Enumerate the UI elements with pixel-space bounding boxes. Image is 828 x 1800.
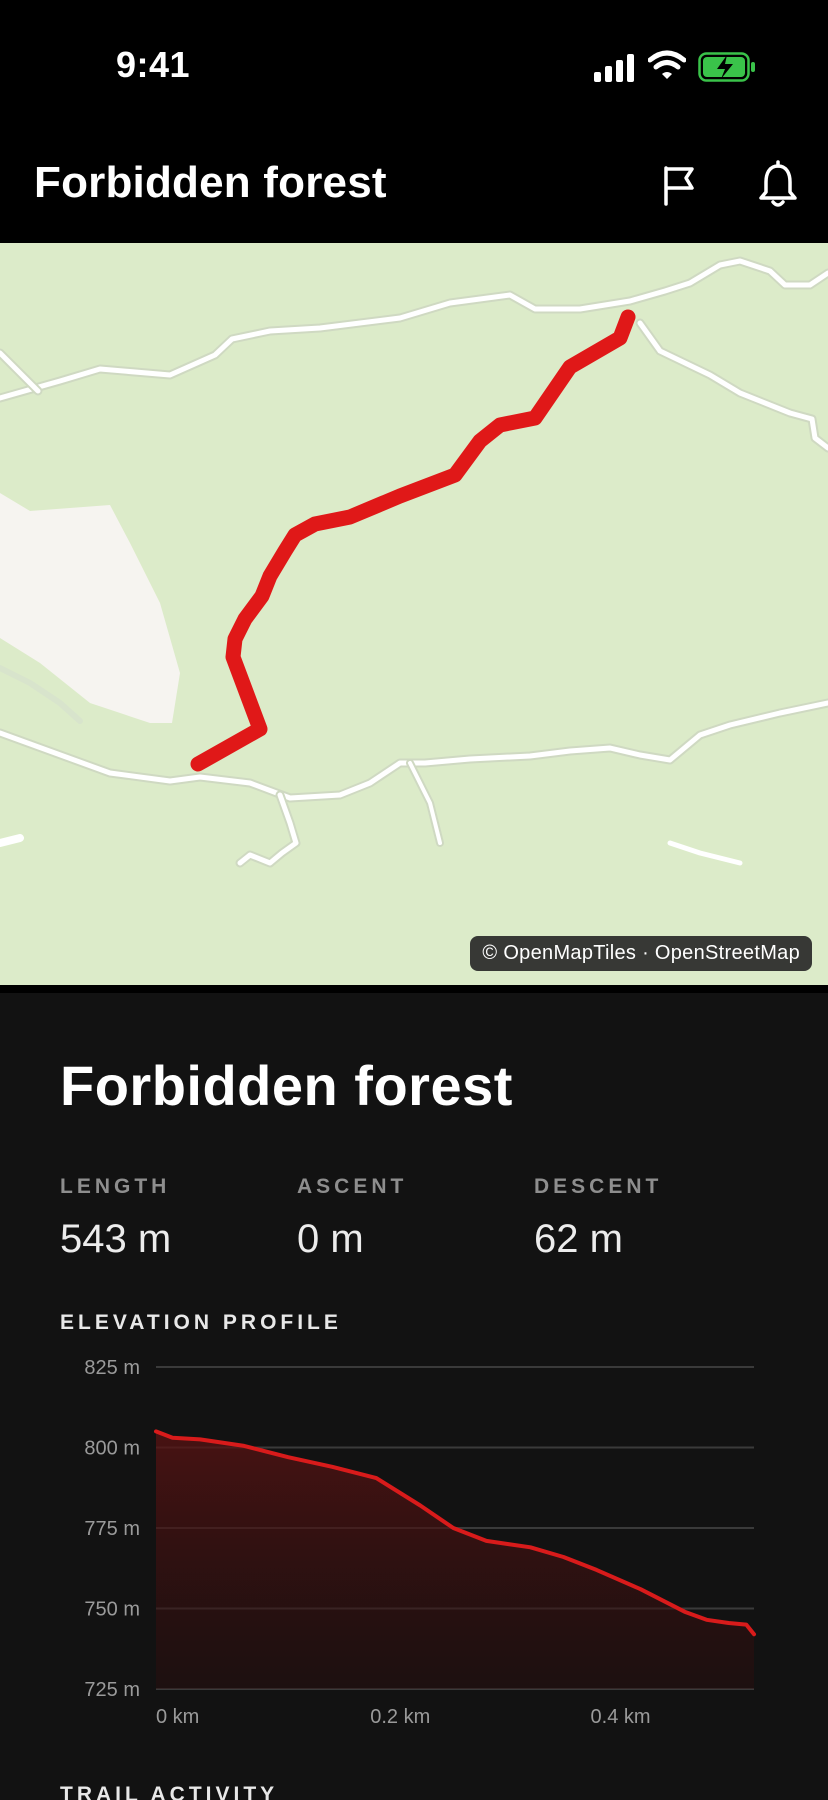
elevation-profile-heading: ELEVATION PROFILE [60,1311,342,1334]
stat-label: DESCENT [534,1175,663,1198]
notifications-button[interactable] [754,160,802,210]
map-attribution[interactable]: © OpenMapTiles · OpenStreetMap [470,936,812,971]
stat-length: LENGTH 543 m [60,1175,171,1262]
x-tick-label: 0.2 km [370,1706,430,1728]
battery-charging-icon [698,52,755,82]
elevation-area [156,1431,754,1689]
elevation-chart[interactable]: 825 m 800 m 775 m 750 m 725 m 0 km 0.2 km 0.4 k… [0,1353,828,1773]
flag-icon [664,166,694,206]
app-header: Forbidden forest [0,130,828,242]
status-bar: 9:41 [0,0,828,130]
status-time: 9:41 [116,44,191,85]
y-tick-label: 775 m [84,1518,140,1540]
y-tick-label: 725 m [84,1679,140,1701]
trail-details-sheet: Forbidden forest LENGTH 543 m ASCENT 0 m… [0,993,828,1800]
stat-ascent: ASCENT 0 m [297,1175,407,1262]
trail-map[interactable]: © OpenMapTiles · OpenStreetMap [0,243,828,985]
y-tick-label: 750 m [84,1599,140,1621]
stat-value: 543 m [60,1217,172,1261]
cellular-signal-icon [594,54,634,82]
trail-route [190,309,636,772]
wifi-icon [648,50,686,79]
stat-descent: DESCENT 62 m [534,1175,662,1262]
trail-activity-heading: TRAIL ACTIVITY [60,1783,279,1800]
stat-value: 62 m [534,1217,623,1261]
stat-label: ASCENT [297,1175,408,1198]
stat-value: 0 m [297,1217,364,1261]
x-tick-label: 0.4 km [591,1706,651,1728]
x-tick-label: 0 km [156,1706,199,1728]
bell-icon [759,160,797,207]
y-tick-label: 825 m [84,1357,140,1379]
map-clearing [0,493,180,723]
y-tick-label: 800 m [84,1438,140,1460]
map-canvas [0,256,828,868]
page-title: Forbidden forest [34,158,387,207]
stat-label: LENGTH [60,1175,171,1198]
flag-button[interactable] [656,160,704,210]
trail-name: Forbidden forest [60,1054,513,1117]
